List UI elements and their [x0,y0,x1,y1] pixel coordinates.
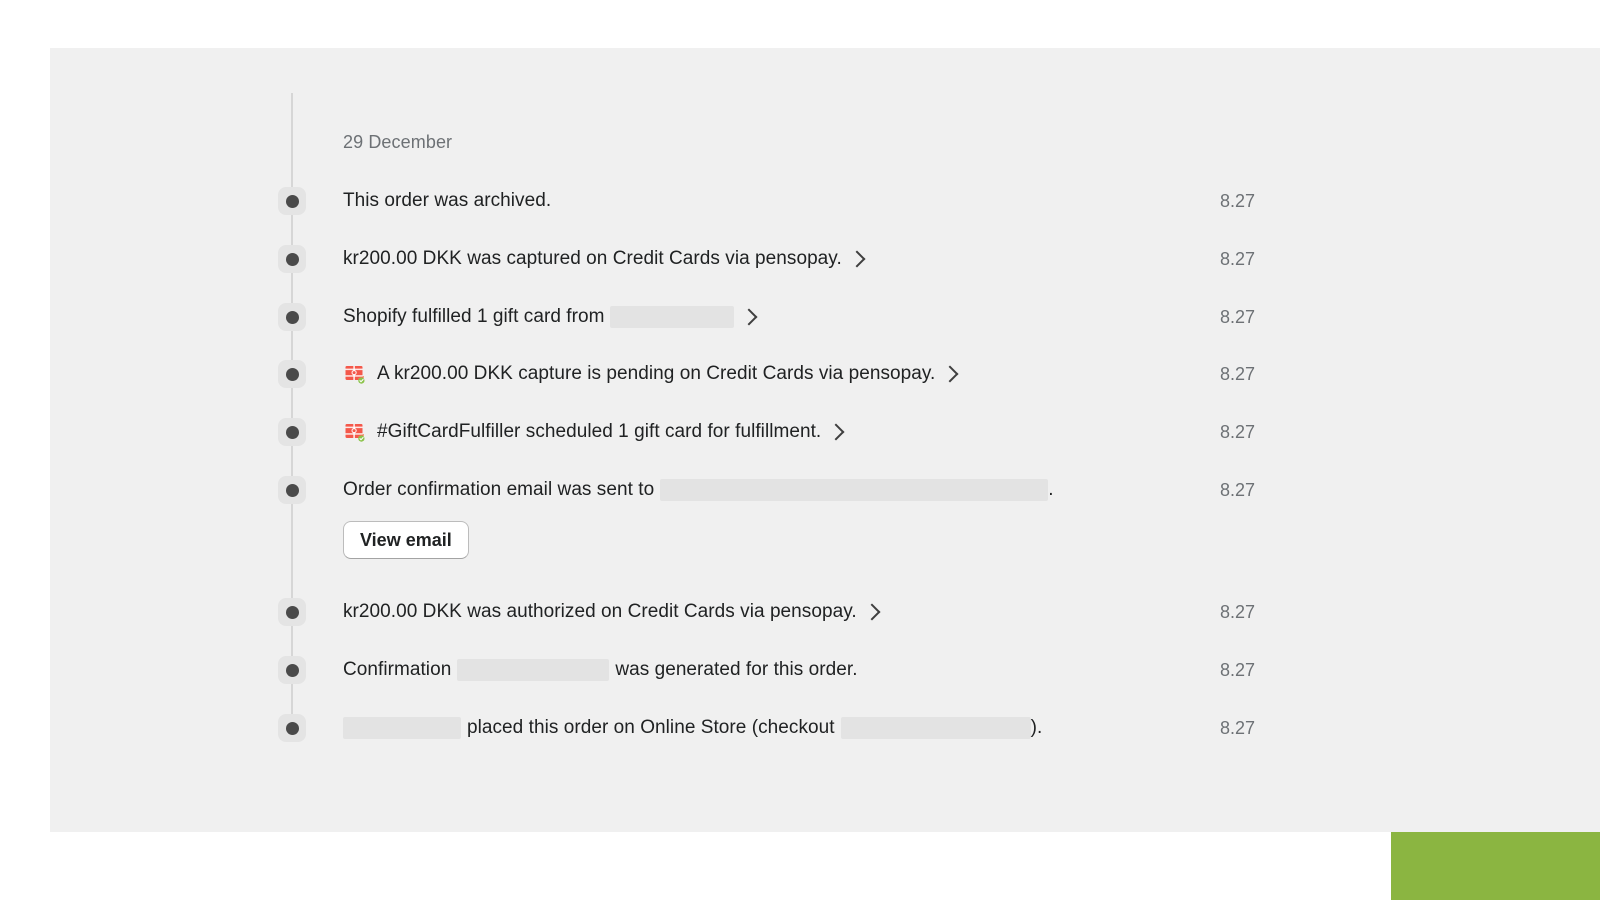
event-text-segment: This order was archived. [343,190,552,211]
timeline-event-row: Order confirmation email was sent to. 8.2… [50,476,1600,504]
order-timeline-card: 29 December This order was archived. 8.27… [50,48,1600,832]
timeline-marker-dot-icon [278,418,306,446]
timeline-event-text[interactable]: A kr200.00 DKK capture is pending on Cre… [343,360,1280,388]
timeline-event-row: This order was archived. 8.27 [50,187,1600,215]
timeline-dot [285,605,299,619]
background-white-bottom-block [0,849,881,900]
timeline-dot [285,483,299,497]
timeline-event-row: Confirmation was generated for this order… [50,656,1600,684]
timeline-marker-dot-icon [278,303,306,331]
chevron-right-icon[interactable] [827,423,845,441]
timeline-marker-dot-icon [278,714,306,742]
timeline-event-row: A kr200.00 DKK capture is pending on Cre… [50,360,1600,388]
timeline-event-text[interactable]: #GiftCardFulfiller scheduled 1 gift card… [343,418,1280,446]
event-text-segment: placed this order on Online Store (check… [467,717,835,738]
gift-card-app-icon [343,420,367,444]
timeline-dot [285,252,299,266]
timeline-event-timestamp: 8.27 [1220,306,1256,327]
timeline-marker-dot-icon [278,360,306,388]
redacted-value [840,717,1031,739]
timeline-dot [285,663,299,677]
timeline-event-timestamp: 8.27 [1220,363,1256,384]
event-text-segment: Confirmation [343,659,452,680]
timeline-event-text: Confirmation was generated for this order… [343,656,1280,684]
event-text-segment: was generated for this order. [615,659,858,680]
redacted-value [660,479,1049,501]
timeline-event-row: Shopify fulfilled 1 gift card from 8.27 [50,303,1600,331]
background-green-horizontal-block [1391,828,1600,900]
chevron-right-icon[interactable] [941,365,959,383]
event-text-segment: #GiftCardFulfiller scheduled 1 gift card… [377,421,822,442]
timeline-event-row: #GiftCardFulfiller scheduled 1 gift card… [50,418,1600,446]
event-text-segment: kr200.00 DKK was authorized on Credit Ca… [343,601,857,622]
background-white-top-block [0,0,1080,48]
redacted-value [457,659,610,681]
chevron-right-icon[interactable] [863,603,881,621]
timeline-marker-dot-icon [278,187,306,215]
timeline-event-timestamp: 8.27 [1220,421,1256,442]
timeline-event-text[interactable]: kr200.00 DKK was authorized on Credit Ca… [343,598,1280,626]
redacted-value [343,717,461,739]
timeline-dot [285,425,299,439]
event-text-segment: . [1048,479,1054,500]
event-text-segment: A kr200.00 DKK capture is pending on Cre… [377,363,936,384]
timeline-dot [285,194,299,208]
gift-card-app-icon [343,362,367,386]
timeline-event-row: placed this order on Online Store (check… [50,714,1600,742]
timeline-marker-dot-icon [278,598,306,626]
timeline-dot [285,310,299,324]
timeline-date-heading: 29 December [343,132,453,152]
timeline-event-text: placed this order on Online Store (check… [343,714,1280,742]
timeline-event-timestamp: 8.27 [1220,717,1256,738]
timeline-event-text[interactable]: kr200.00 DKK was captured on Credit Card… [343,245,1280,273]
event-text-segment: kr200.00 DKK was captured on Credit Card… [343,248,842,269]
timeline-event-timestamp: 8.27 [1220,601,1256,622]
event-text-segment: Order confirmation email was sent to [343,479,655,500]
timeline-event-text: Order confirmation email was sent to. [343,476,1280,504]
chevron-right-icon[interactable] [848,250,866,268]
timeline-event-row: kr200.00 DKK was captured on Credit Card… [50,245,1600,273]
redacted-value [610,306,735,328]
timeline-event-timestamp: 8.27 [1220,479,1256,500]
timeline-marker-dot-icon [278,245,306,273]
timeline-event-timestamp: 8.27 [1220,190,1256,211]
view-email-button[interactable]: View email [343,521,469,559]
chevron-right-icon[interactable] [740,308,758,326]
timeline-dot [285,367,299,381]
timeline-marker-dot-icon [278,656,306,684]
timeline-event-row: kr200.00 DKK was authorized on Credit Ca… [50,598,1600,626]
timeline-event-text: This order was archived. [343,187,1280,215]
timeline-marker-dot-icon [278,476,306,504]
timeline-event-timestamp: 8.27 [1220,659,1256,680]
timeline-event-timestamp: 8.27 [1220,248,1256,269]
timeline-event-text[interactable]: Shopify fulfilled 1 gift card from [343,303,1280,331]
event-text-segment: ). [1030,717,1043,738]
event-text-segment: Shopify fulfilled 1 gift card from [343,306,605,327]
timeline-dot [285,721,299,735]
